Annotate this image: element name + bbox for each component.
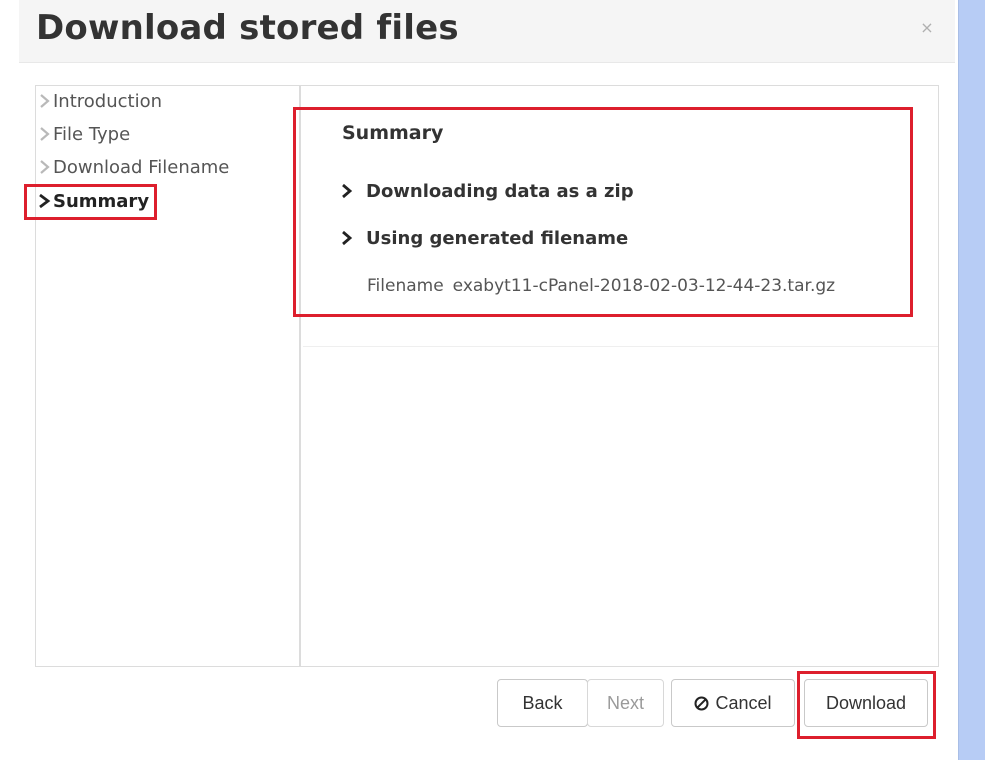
chevron-right-icon	[38, 125, 52, 143]
download-dialog: Download stored files × Introduction Fil…	[0, 0, 955, 769]
download-button[interactable]: Download	[804, 679, 928, 727]
dialog-title: Download stored files	[36, 8, 459, 48]
summary-heading: Summary	[342, 122, 444, 144]
filename-row: Filename exabyt11-cPanel-2018-02-03-12-44…	[367, 276, 835, 296]
chevron-right-icon	[38, 192, 52, 210]
step-summary[interactable]: Summary	[38, 188, 149, 214]
summary-item-label: Downloading data as a zip	[366, 180, 634, 202]
step-label: File Type	[53, 123, 131, 145]
cancel-button-label: Cancel	[715, 692, 772, 713]
step-label: Introduction	[53, 90, 163, 112]
filename-value: exabyt11-cPanel-2018-02-03-12-44-23.tar.…	[452, 276, 836, 296]
step-download-filename[interactable]: Download Filename	[38, 154, 229, 180]
page-edge-strip	[958, 0, 985, 760]
chevron-right-icon	[338, 182, 356, 200]
back-button-label: Back	[522, 692, 563, 713]
summary-item-zip: Downloading data as a zip	[338, 179, 634, 203]
cancel-button[interactable]: Cancel	[671, 679, 795, 727]
step-label: Download Filename	[53, 156, 230, 178]
chevron-right-icon	[38, 92, 52, 110]
screen: Download stored files × Introduction Fil…	[0, 0, 985, 769]
ban-icon	[694, 696, 709, 711]
dialog-header: Download stored files ×	[19, 0, 955, 63]
chevron-right-icon	[338, 229, 356, 247]
step-file-type[interactable]: File Type	[38, 121, 130, 147]
step-introduction[interactable]: Introduction	[38, 88, 162, 114]
download-button-label: Download	[825, 692, 907, 713]
back-button[interactable]: Back	[497, 679, 588, 727]
next-button[interactable]: Next	[587, 679, 664, 727]
chevron-right-icon	[38, 158, 52, 176]
step-label: Summary	[53, 190, 150, 212]
summary-item-filename-mode: Using generated filename	[338, 226, 628, 250]
close-icon[interactable]: ×	[918, 18, 936, 38]
wizard-steps-nav: Introduction File Type Download Filename	[36, 86, 301, 666]
wizard-content	[303, 86, 938, 666]
summary-item-label: Using generated filename	[366, 227, 629, 249]
wizard-panel: Introduction File Type Download Filename	[35, 85, 939, 667]
filename-label: Filename	[367, 276, 444, 296]
next-button-label: Next	[606, 692, 644, 713]
